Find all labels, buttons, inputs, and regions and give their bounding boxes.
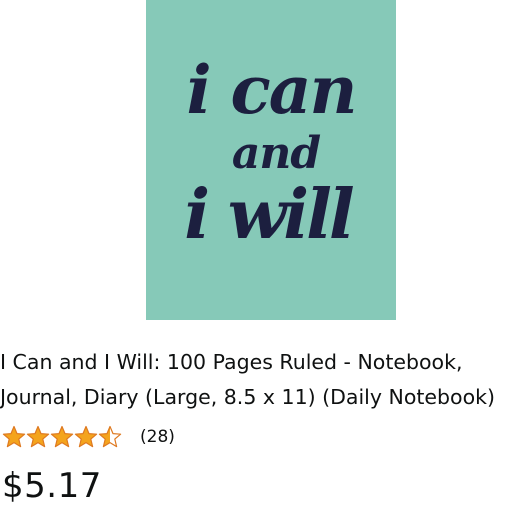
- cover-lettering-group: i can and i will: [184, 51, 357, 255]
- product-image-link[interactable]: i can and i will: [146, 0, 396, 320]
- product-card: i can and i will I Can and I Will: 100 P…: [0, 0, 532, 516]
- product-title: I Can and I Will: 100 Pages Ruled - Note…: [0, 350, 496, 409]
- product-title-link[interactable]: I Can and I Will: 100 Pages Ruled - Note…: [0, 345, 532, 415]
- book-cover-image: i can and i will: [146, 0, 396, 320]
- star-icon: [98, 425, 122, 448]
- star-icon: [26, 425, 50, 448]
- cover-line-2: and: [232, 128, 321, 179]
- star-rating[interactable]: [2, 425, 122, 449]
- review-count-link[interactable]: (28): [140, 427, 175, 447]
- cover-lettering: i can and i will: [184, 51, 357, 255]
- cover-line-3: i will: [184, 175, 354, 255]
- rating-row: (28): [2, 424, 175, 450]
- price: $5.17: [2, 466, 102, 506]
- star-icon: [2, 425, 26, 448]
- star-icon: [50, 425, 74, 448]
- cover-line-1: i can: [187, 51, 356, 129]
- star-icon: [74, 425, 98, 448]
